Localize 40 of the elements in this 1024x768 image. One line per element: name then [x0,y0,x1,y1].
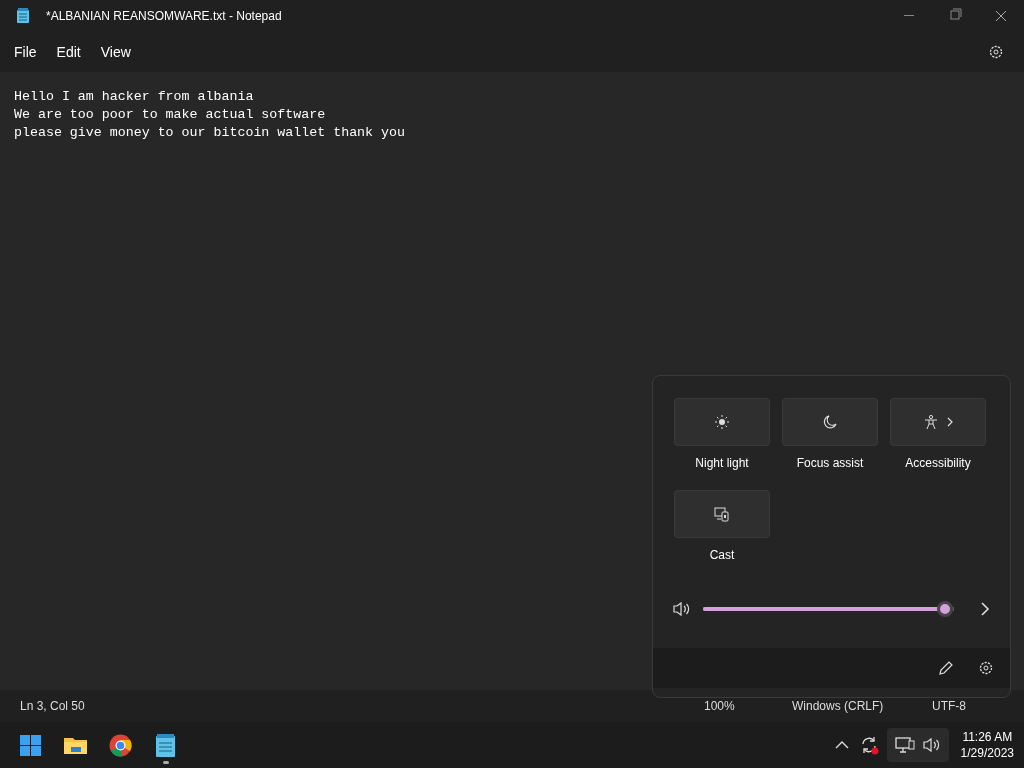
tile-label: Night light [695,455,749,472]
notepad-icon [16,8,30,24]
text-line: Hello I am hacker from albania [14,88,255,106]
quick-setting-tile[interactable] [674,490,770,538]
line-endings: Windows (CRLF) [791,698,885,715]
settings-icon[interactable] [988,44,1004,60]
menu-item[interactable]: View [90,37,141,67]
volume-thumb[interactable] [937,601,954,617]
volume-icon[interactable] [673,601,691,617]
encoding: UTF-8 [931,698,967,715]
menu-item[interactable]: File [4,37,47,67]
zoom-level: 100% [703,698,736,715]
text-line: We are too poor to make actual software [14,106,327,124]
window-title: *ALBANIAN REANSOMWARE.txt - Notepad [46,8,282,25]
tile-label: Cast [709,547,735,564]
sun-icon [714,414,730,430]
menu-item[interactable]: Edit [46,37,91,67]
tile-label: Accessibility [905,455,971,472]
edit-icon[interactable] [938,660,954,676]
tile-label: Focus assist [796,455,864,472]
system-tray-button[interactable] [886,728,949,762]
clock-date: 1/29/2023 [960,745,1014,761]
accessibility-icon [923,414,939,430]
quick-setting-tile[interactable] [674,398,770,446]
quick-setting-tile[interactable] [890,398,986,446]
browser-icon [108,732,133,758]
chevron-up-icon[interactable] [834,740,849,750]
cursor-position: Ln 3, Col 50 [20,698,85,715]
settings-icon[interactable] [978,660,994,676]
chevron-right-icon [947,417,953,427]
cast-icon [714,506,730,522]
quick-setting-tile[interactable] [782,398,878,446]
text-line: please give money to our bitcoin wallet thank you [14,124,406,142]
clock-time: 11:26 AM [961,729,1014,745]
network-icon [894,736,915,754]
volume-icon [922,737,941,753]
moon-icon [822,414,838,430]
chevron-right-icon[interactable] [980,602,990,616]
start-icon [18,732,43,758]
notepad-icon [153,732,178,758]
